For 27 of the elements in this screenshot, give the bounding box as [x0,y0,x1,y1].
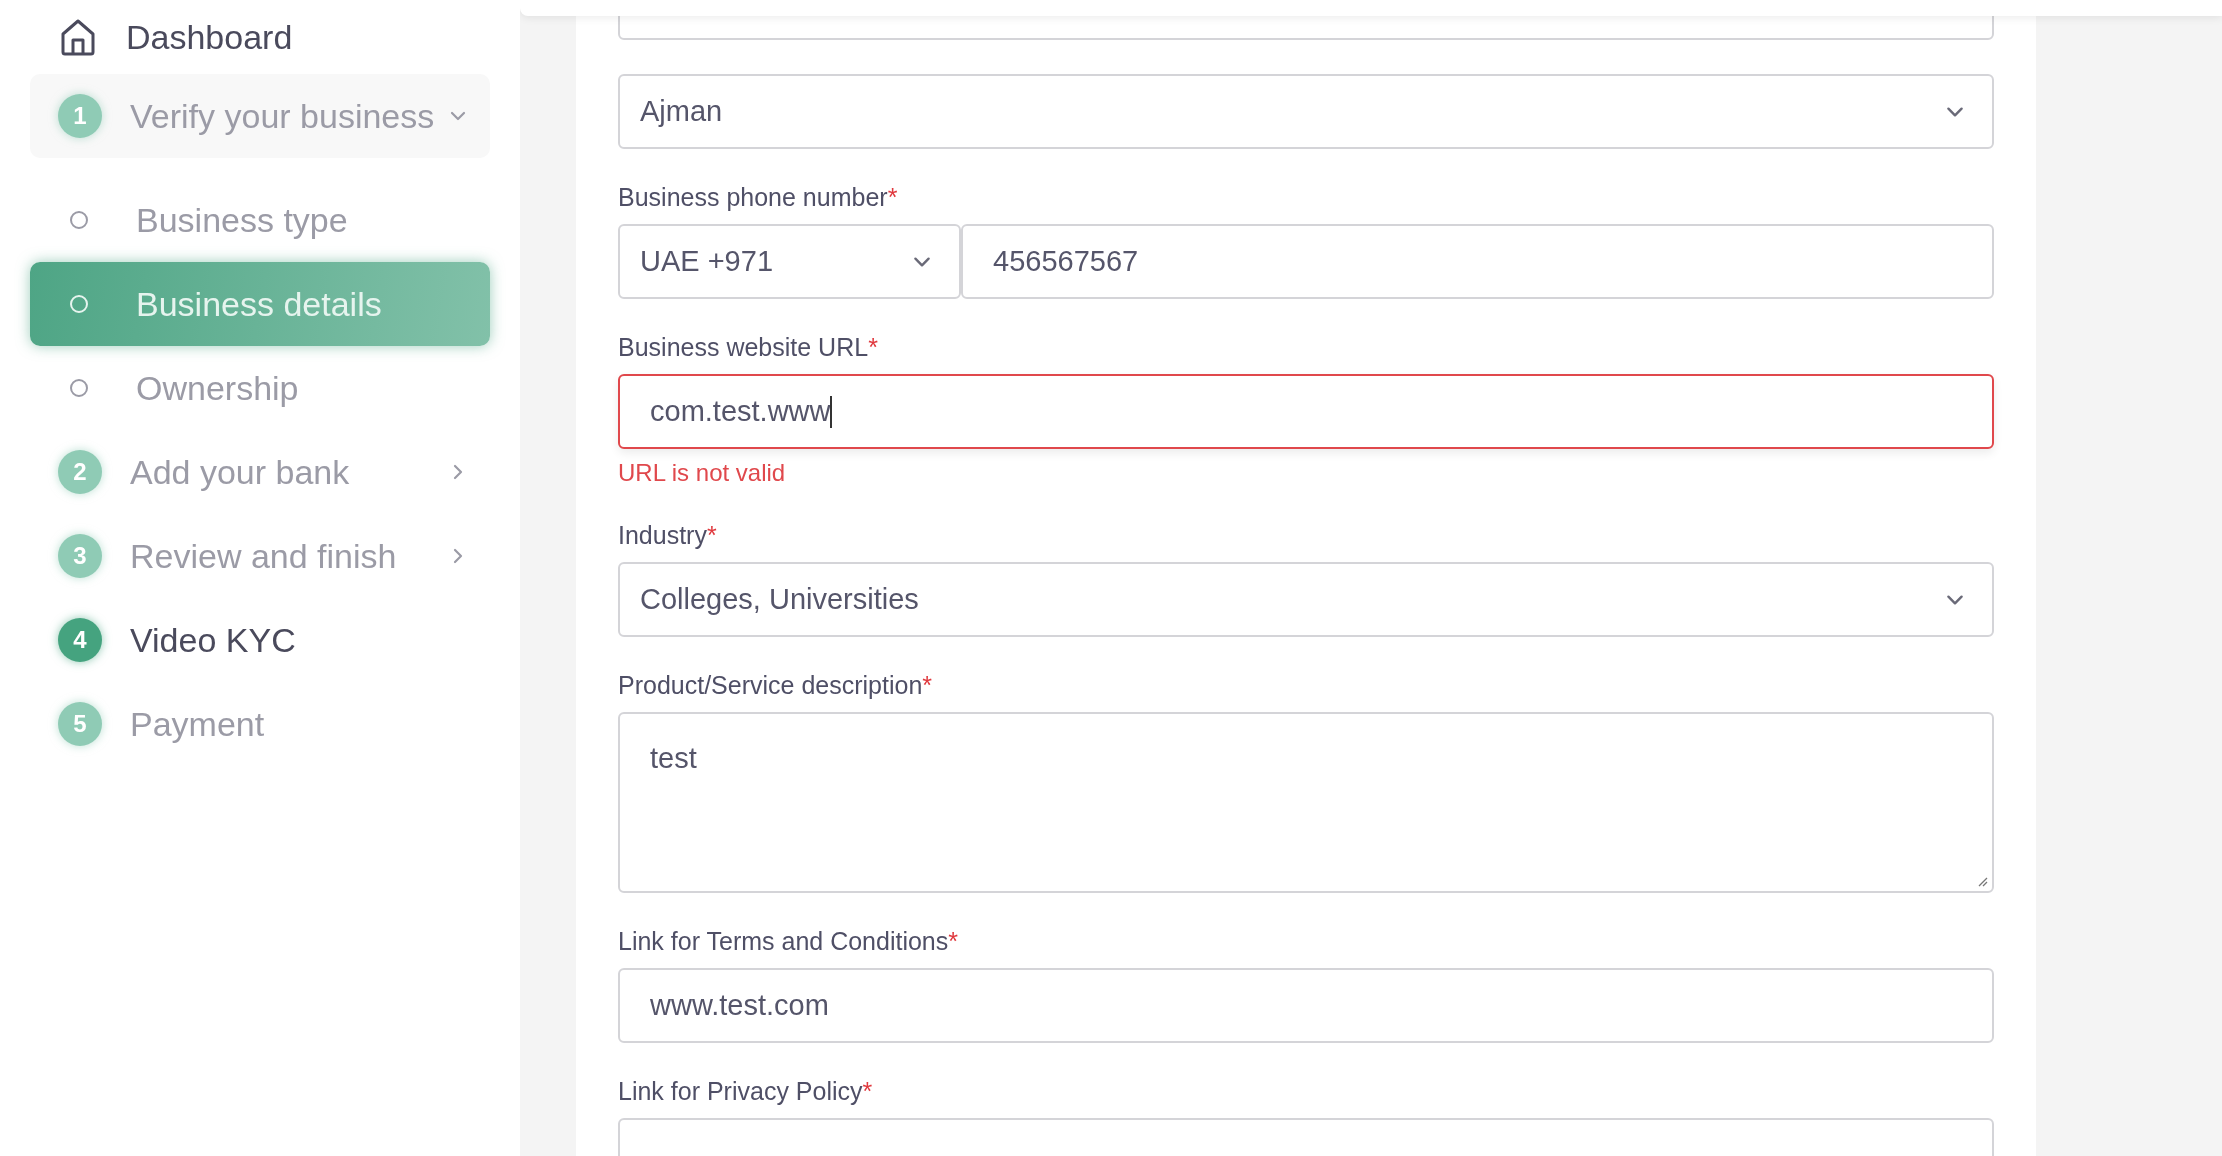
step-item[interactable]: 4 Video KYC [30,598,490,682]
circle-icon [70,295,88,313]
textarea-field[interactable]: test [618,712,1994,893]
field-label: Business phone number* [618,183,899,212]
field-label: Link for Privacy Policy* [618,1077,874,1106]
field-label: Product/Service description* [618,671,934,700]
field-label: Business website URL* [618,333,879,362]
circle-icon [70,211,88,229]
error-message: URL is not valid [618,459,787,487]
step-number: 1 [58,94,102,138]
text-cursor [830,395,833,428]
phone-input-field[interactable]: 456567567 [961,224,1994,299]
resize-grip-icon [1976,875,1988,887]
step-number: 3 [58,534,102,578]
circle-icon [70,379,88,397]
step-number: 2 [58,450,102,494]
field-label: Industry* [618,521,718,550]
input-field[interactable]: www.test.com [618,968,1994,1043]
field-label: Link for Terms and Conditions* [618,927,959,956]
step-number: 4 [58,618,102,662]
step-number: 5 [58,702,102,746]
select-field[interactable]: Ajman [618,74,1994,149]
select-field[interactable]: Colleges, Universities [618,562,1994,637]
home-icon [60,18,96,56]
country-code-select[interactable]: UAE +971 [618,224,961,299]
input-field[interactable]: com.test.www [618,374,1994,449]
dashboard-link[interactable]: Dashboard [30,0,490,74]
